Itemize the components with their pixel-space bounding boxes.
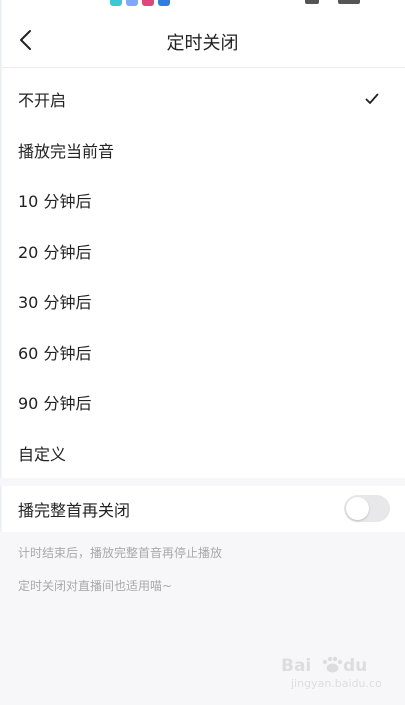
option-label: 自定义 [18,444,67,464]
timer-option-off[interactable]: 不开启 [0,74,405,125]
timer-option-60min[interactable]: 60 分钟后 [0,327,405,378]
svg-text:du: du [343,656,367,676]
status-icon [126,0,138,6]
status-icon [110,0,122,6]
option-label: 10 分钟后 [18,192,92,212]
timer-options-list: 不开启 播放完当前音 10 分钟后 20 分钟后 30 分钟后 60 分钟后 9… [0,74,405,478]
status-bar [0,0,405,8]
option-label: 60 分钟后 [18,343,92,363]
watermark-logo: Bai du jingyan.baidu.com [281,653,393,691]
option-label: 播放完当前音 [18,141,115,161]
finish-track-row: 播完整首再关闭 [0,486,405,532]
checkmark-icon [365,93,379,105]
battery-icon [338,0,360,4]
option-label: 30 分钟后 [18,293,92,313]
note-text: 定时关闭对直播间也适用喵~ [18,579,173,593]
sleep-timer-screen: 定时关闭 不开启 播放完当前音 10 分钟后 20 分钟后 30 分钟后 60 … [0,0,405,705]
timer-option-after-current[interactable]: 播放完当前音 [0,125,405,176]
top-bar: 定时关闭 [0,12,405,68]
timer-option-custom[interactable]: 自定义 [0,428,405,479]
svg-text:jingyan.baidu.com: jingyan.baidu.com [290,677,381,690]
section-divider [0,478,405,486]
signal-icon [305,0,319,4]
note-text: 计时结束后，播放完整首音再停止播放 [18,546,223,560]
toggle-knob [346,497,369,520]
finish-track-toggle[interactable] [344,495,390,522]
option-label: 90 分钟后 [18,394,92,414]
page-title: 定时关闭 [166,33,239,54]
timer-option-30min[interactable]: 30 分钟后 [0,276,405,327]
svg-text:Bai: Bai [281,656,311,676]
status-icon [158,0,170,6]
notes-area: 计时结束后，播放完整首音再停止播放 定时关闭对直播间也适用喵~ Bai du j… [0,532,405,705]
status-icon [142,0,154,6]
finish-track-label: 播完整首再关闭 [18,501,131,520]
timer-option-20min[interactable]: 20 分钟后 [0,226,405,277]
option-label: 不开启 [18,91,67,111]
option-label: 20 分钟后 [18,242,92,262]
timer-option-90min[interactable]: 90 分钟后 [0,377,405,428]
timer-option-10min[interactable]: 10 分钟后 [0,175,405,226]
